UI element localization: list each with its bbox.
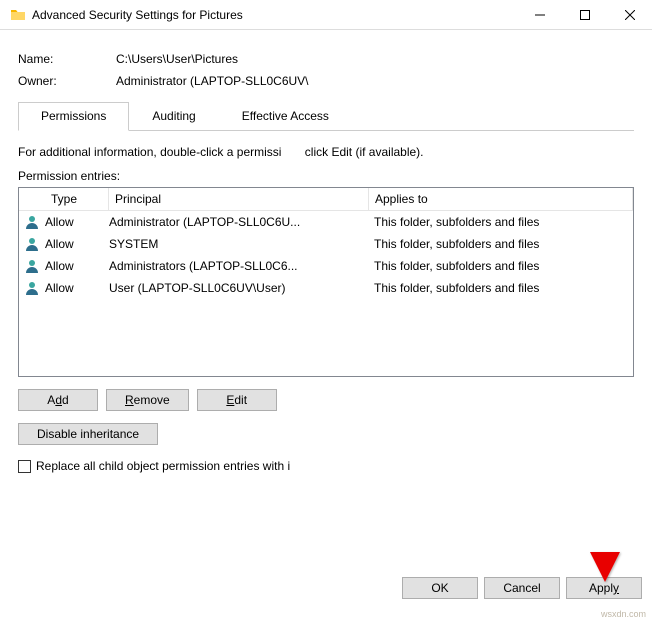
- tab-auditing[interactable]: Auditing: [129, 102, 218, 130]
- edit-button[interactable]: Edit: [197, 389, 277, 411]
- user-icon: [24, 258, 40, 274]
- dialog-buttons: OK Cancel Apply: [402, 577, 642, 599]
- tab-effective-access[interactable]: Effective Access: [219, 102, 352, 130]
- row-applies: This folder, subfolders and files: [374, 281, 633, 295]
- minimize-button[interactable]: [517, 0, 562, 30]
- instruction-text: For additional information, double-click…: [18, 145, 634, 159]
- owner-label: Owner:: [18, 74, 116, 88]
- remove-button[interactable]: Remove: [106, 389, 189, 411]
- user-icon: [24, 236, 40, 252]
- owner-value: Administrator (LAPTOP-SLL0C6UV\: [116, 74, 309, 88]
- close-button[interactable]: [607, 0, 652, 30]
- replace-child-label: Replace all child object permission entr…: [36, 459, 290, 473]
- name-value: C:\Users\User\Pictures: [116, 52, 238, 66]
- ok-button[interactable]: OK: [402, 577, 478, 599]
- add-button[interactable]: Add: [18, 389, 98, 411]
- row-type: Allow: [45, 259, 109, 273]
- header-principal[interactable]: Principal: [109, 188, 369, 210]
- replace-child-checkbox[interactable]: [18, 460, 31, 473]
- row-applies: This folder, subfolders and files: [374, 237, 633, 251]
- row-principal: Administrator (LAPTOP-SLL0C6U...: [109, 215, 374, 229]
- row-principal: SYSTEM: [109, 237, 374, 251]
- row-type: Allow: [45, 281, 109, 295]
- permission-list-header: Type Principal Applies to: [19, 188, 633, 211]
- permission-row[interactable]: Allow Administrators (LAPTOP-SLL0C6... T…: [19, 255, 633, 277]
- dialog-content: Name: C:\Users\User\Pictures Owner: Admi…: [0, 30, 652, 473]
- row-type: Allow: [45, 215, 109, 229]
- cancel-button[interactable]: Cancel: [484, 577, 560, 599]
- watermark: wsxdn.com: [601, 609, 646, 619]
- permission-entries-label: Permission entries:: [18, 169, 634, 183]
- header-type[interactable]: Type: [45, 188, 109, 210]
- permission-row[interactable]: Allow SYSTEM This folder, subfolders and…: [19, 233, 633, 255]
- title-bar: Advanced Security Settings for Pictures: [0, 0, 652, 30]
- row-principal: Administrators (LAPTOP-SLL0C6...: [109, 259, 374, 273]
- user-icon: [24, 280, 40, 296]
- permission-row[interactable]: Allow User (LAPTOP-SLL0C6UV\User) This f…: [19, 277, 633, 299]
- user-icon: [24, 214, 40, 230]
- row-applies: This folder, subfolders and files: [374, 259, 633, 273]
- window-title: Advanced Security Settings for Pictures: [32, 8, 517, 22]
- permission-list[interactable]: Type Principal Applies to Allow Administ…: [18, 187, 634, 377]
- name-label: Name:: [18, 52, 116, 66]
- maximize-button[interactable]: [562, 0, 607, 30]
- tab-strip: Permissions Auditing Effective Access: [18, 102, 634, 131]
- tab-permissions[interactable]: Permissions: [18, 102, 129, 131]
- permission-row[interactable]: Allow Administrator (LAPTOP-SLL0C6U... T…: [19, 211, 633, 233]
- row-type: Allow: [45, 237, 109, 251]
- row-applies: This folder, subfolders and files: [374, 215, 633, 229]
- row-principal: User (LAPTOP-SLL0C6UV\User): [109, 281, 374, 295]
- apply-button[interactable]: Apply: [566, 577, 642, 599]
- header-applies[interactable]: Applies to: [369, 188, 633, 210]
- folder-icon: [10, 7, 26, 23]
- disable-inheritance-button[interactable]: Disable inheritance: [18, 423, 158, 445]
